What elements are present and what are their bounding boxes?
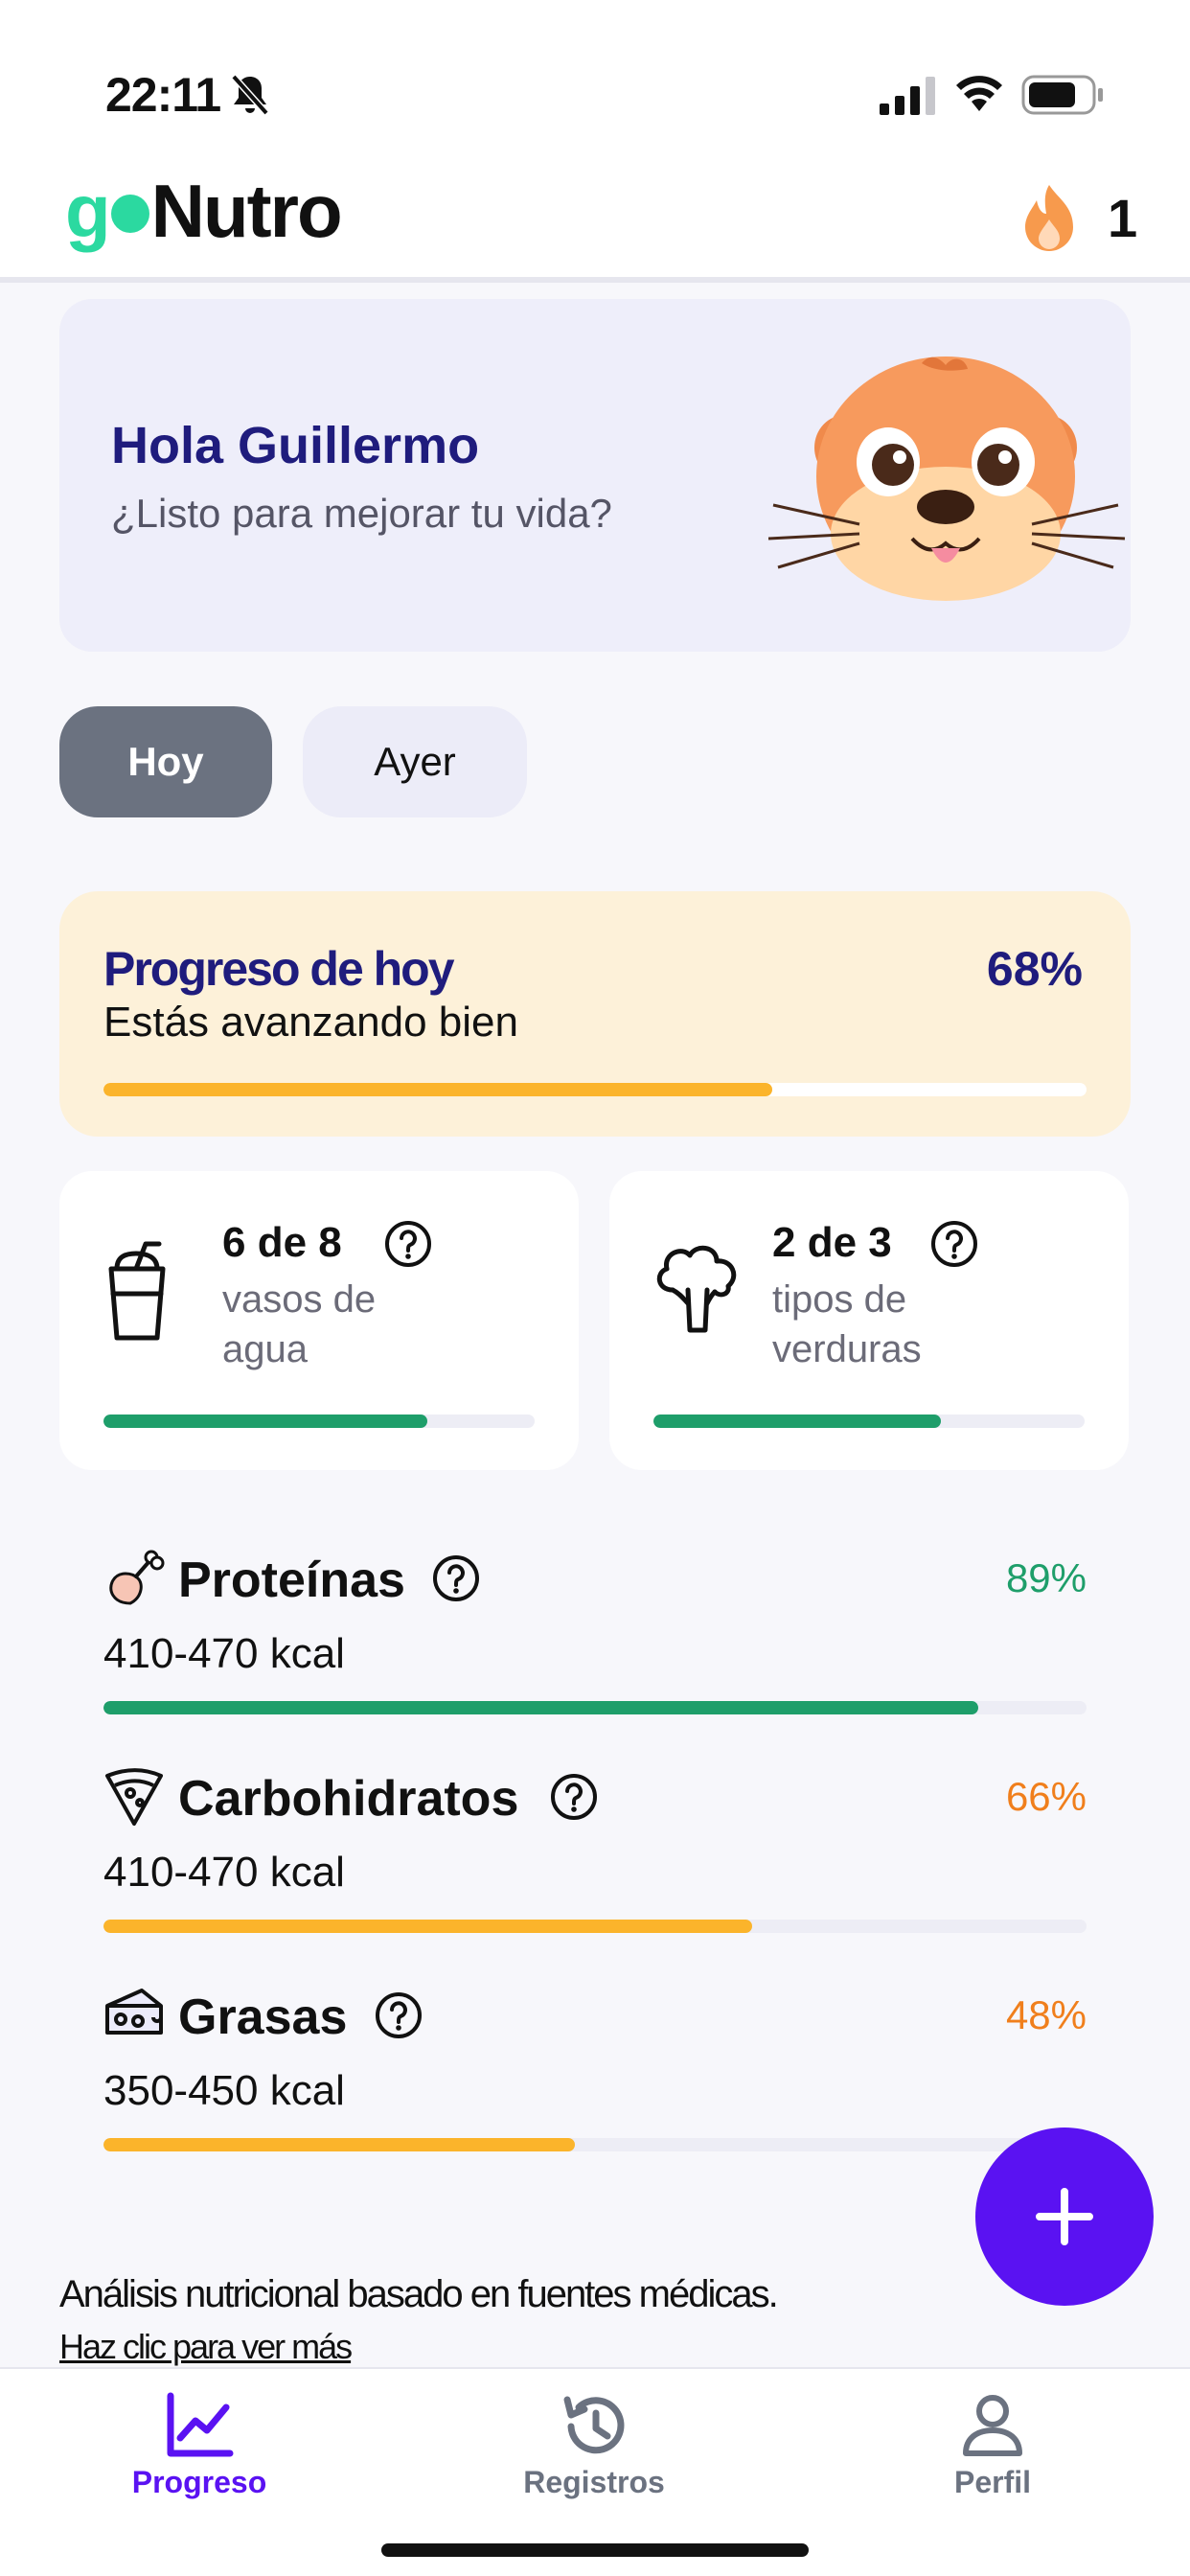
streak-count: 1 (1108, 188, 1138, 248)
tab-today[interactable]: Hoy (59, 706, 272, 817)
proteins-help-icon[interactable] (431, 1553, 481, 1603)
daily-progress-title: Progreso de hoy (103, 942, 455, 996)
macro-row-carbs[interactable]: Carbohidratos 66% 410-470 kcal (103, 1766, 1087, 1939)
drumstick-icon (109, 1550, 165, 1605)
macro-row-fats[interactable]: Grasas 48% 350-450 kcal (103, 1985, 1087, 2157)
water-help-icon[interactable] (383, 1219, 433, 1269)
daily-progress-bar (103, 1083, 1087, 1096)
cheese-icon (105, 1989, 163, 2035)
bell-off-icon (231, 74, 269, 116)
app-logo: g Nutro (65, 169, 343, 253)
macro-progress-bar (103, 2138, 1087, 2151)
macro-row-proteins[interactable]: Proteínas 89% 410-470 kcal (103, 1548, 1087, 1720)
broccoli-icon (656, 1245, 737, 1333)
macro-percent: 48% (1005, 1992, 1087, 2037)
status-time: 22:11 (105, 68, 221, 122)
water-glass-icon (108, 1241, 166, 1341)
carbs-help-icon[interactable] (549, 1772, 599, 1822)
otter-mascot-icon (768, 356, 1126, 601)
vegetables-stat-label: tipos de verduras (772, 1278, 922, 1370)
battery-icon (1021, 75, 1103, 115)
water-stat-label: vasos de agua (222, 1278, 377, 1370)
greeting-subtitle: ¿Listo para mejorar tu vida? (111, 491, 612, 536)
see-more-link[interactable]: Haz clic para ver más (59, 2327, 353, 2367)
greeting-title: Hola Guillermo (111, 417, 480, 474)
macro-progress-bar-fill (103, 1920, 753, 1933)
macro-progress-bar (103, 1920, 1087, 1933)
vegetables-stat-value: 2 de 3 (772, 1219, 892, 1266)
macro-name: Proteínas (178, 1552, 405, 1608)
streak-flame-icon[interactable] (1016, 181, 1083, 258)
macro-percent: 66% (1005, 1774, 1087, 1819)
macro-progress-bar (103, 1701, 1087, 1714)
signal-icon (880, 77, 935, 115)
vegetables-progress-bar (653, 1414, 1085, 1428)
fats-help-icon[interactable] (374, 1990, 423, 2040)
history-icon (563, 2396, 625, 2454)
daily-progress-bar-fill (103, 1083, 772, 1096)
water-progress-bar-fill (103, 1414, 427, 1428)
status-bar: 22:11 (0, 0, 1190, 168)
vegetables-help-icon[interactable] (929, 1219, 979, 1269)
greeting-card: Hola Guillermo ¿Listo para mejorar tu vi… (59, 299, 1131, 652)
user-icon (963, 2395, 1022, 2456)
water-stat-value: 6 de 8 (222, 1219, 342, 1266)
bottom-nav: Progreso Registros Perfil (0, 2367, 1190, 2576)
daily-progress-subtitle: Estás avanzando bien (103, 999, 518, 1046)
nav-item-records[interactable]: Registros (450, 2392, 738, 2500)
nav-label-progress: Progreso (131, 2465, 267, 2499)
macro-range: 350-450 kcal (103, 2067, 345, 2114)
medical-sources-note: Análisis nutricional basado en fuentes m… (59, 2273, 779, 2315)
vegetables-stat-card[interactable]: 2 de 3 tipos de verduras (609, 1171, 1129, 1470)
macro-name: Grasas (178, 1990, 348, 2045)
macro-progress-bar-fill (103, 2138, 576, 2151)
plus-icon (1036, 2188, 1093, 2245)
add-entry-button[interactable] (975, 2128, 1154, 2306)
daily-progress-card: Progreso de hoy 68% Estás avanzando bien (59, 891, 1131, 1137)
tab-yesterday[interactable]: Ayer (303, 706, 527, 817)
wifi-icon (956, 76, 1002, 111)
water-progress-bar (103, 1414, 535, 1428)
macro-percent: 89% (1005, 1555, 1087, 1600)
pizza-icon (105, 1768, 163, 1826)
nav-label-records: Registros (523, 2465, 665, 2499)
nav-label-profile: Perfil (953, 2465, 1032, 2499)
macro-range: 410-470 kcal (103, 1630, 345, 1677)
macro-range: 410-470 kcal (103, 1849, 345, 1896)
macro-progress-bar-fill (103, 1701, 979, 1714)
app-header: g Nutro 1 (0, 168, 1190, 283)
vegetables-progress-bar-fill (653, 1414, 942, 1428)
water-stat-card[interactable]: 6 de 8 vasos de agua (59, 1171, 579, 1470)
home-indicator (381, 2543, 809, 2557)
macro-name: Carbohidratos (178, 1771, 519, 1827)
nav-item-profile[interactable]: Perfil (849, 2392, 1136, 2500)
daily-progress-percent: 68% (986, 942, 1083, 996)
chart-line-icon (167, 2392, 234, 2457)
nav-item-progress[interactable]: Progreso (56, 2392, 343, 2500)
